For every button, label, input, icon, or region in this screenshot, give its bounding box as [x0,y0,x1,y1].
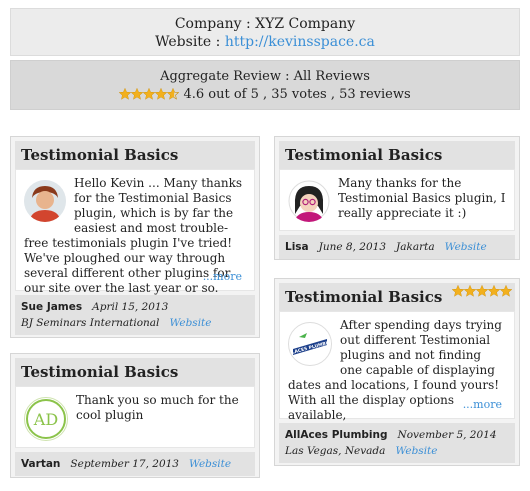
testimonial-location: Jakarta [396,241,435,253]
testimonial-card: Testimonial Basics Many thanks for the T… [274,136,520,260]
testimonial-title: Testimonial Basics [15,358,255,386]
testimonial-date: November 5, 2014 [397,429,497,441]
testimonial-text: Many thanks for the Testimonial Basics p… [338,176,506,220]
aggregate-review-box: Aggregate Review : All Reviews 4.6 out o… [10,60,520,110]
star-icon [167,88,180,100]
star-icon [475,285,488,297]
testimonial-date: April 15, 2013 [92,301,169,313]
testimonial-title: Testimonial Basics [279,141,515,169]
aggregate-summary-line: 4.6 out of 5 , 35 votes , 53 reviews [11,86,519,106]
star-icon [119,88,132,100]
author-name: Lisa [285,241,309,253]
star-icon [499,285,512,297]
aggregate-summary: 4.6 out of 5 , 35 votes , 53 reviews [183,87,411,102]
company-website-link[interactable]: http://kevinsspace.ca [225,34,375,50]
star-icon [463,285,476,297]
testimonial-title-text: Testimonial Basics [285,288,443,306]
testimonial-location: Las Vegas, Nevada [285,445,386,457]
read-more-link[interactable]: ...more [463,397,502,412]
website-prefix: Website : [155,34,221,50]
avatar-text: AD [33,410,58,429]
testimonial-footer: Sue James April 15, 2013 BJ Seminars Int… [15,295,255,335]
company-website-line: Website : http://kevinsspace.ca [11,33,519,51]
allaces-plumbing-logo: ALLACES PLUMBING [288,322,332,366]
read-more-link[interactable]: ...more [203,269,242,284]
testimonial-body: Hello Kevin ... Many thanks for the Test… [15,169,255,295]
author-name: Sue James [21,301,83,313]
testimonial-star-rating [451,285,512,313]
website-link[interactable]: Website [189,458,231,470]
aggregate-title: Aggregate Review : All Reviews [160,69,370,84]
cartoon-girl-avatar [288,180,330,222]
testimonial-footer: Lisa June 8, 2013 Jakarta Website [279,235,515,259]
testimonial-date: June 8, 2013 [318,241,387,253]
testimonial-card: Testimonial Basics AD Thank you so much … [10,353,260,478]
website-link[interactable]: Website [395,445,437,457]
author-name: Vartan [21,458,61,470]
testimonial-card: Testimonial Basics Hello Kevin ... Many … [10,136,260,338]
website-link[interactable]: Website [169,317,211,329]
woman-portrait-avatar [24,180,66,222]
testimonial-body: ALLACES PLUMBING After spending days try… [279,311,515,422]
website-link[interactable]: Website [445,241,487,253]
testimonial-footer: Vartan September 17, 2013 Website [15,452,255,476]
testimonial-body: AD Thank you so much for the cool plugin [15,386,255,448]
star-icon [155,88,168,100]
testimonial-title: Testimonial Basics [279,283,515,311]
aggregate-star-rating [119,88,180,106]
testimonial-date: September 17, 2013 [70,458,179,470]
star-icon [131,88,144,100]
company-info-box: Company : XYZ Company Website : http://k… [10,8,520,56]
testimonial-text: Thank you so much for the cool plugin [76,393,239,422]
star-icon [487,285,500,297]
author-name: AllAces Plumbing [285,429,388,441]
testimonial-card: Testimonial Basics ALLACES PLUMBING Afte… [274,278,520,466]
testimonial-body: Many thanks for the Testimonial Basics p… [279,169,515,231]
testimonial-footer: AllAces Plumbing November 5, 2014 Las Ve… [279,423,515,463]
ad-logo-avatar: AD [24,397,68,441]
testimonial-title: Testimonial Basics [15,141,255,169]
star-icon [143,88,156,100]
company-name: Company : XYZ Company [174,16,356,32]
testimonial-location: BJ Seminars International [21,317,160,329]
star-icon [451,285,464,297]
